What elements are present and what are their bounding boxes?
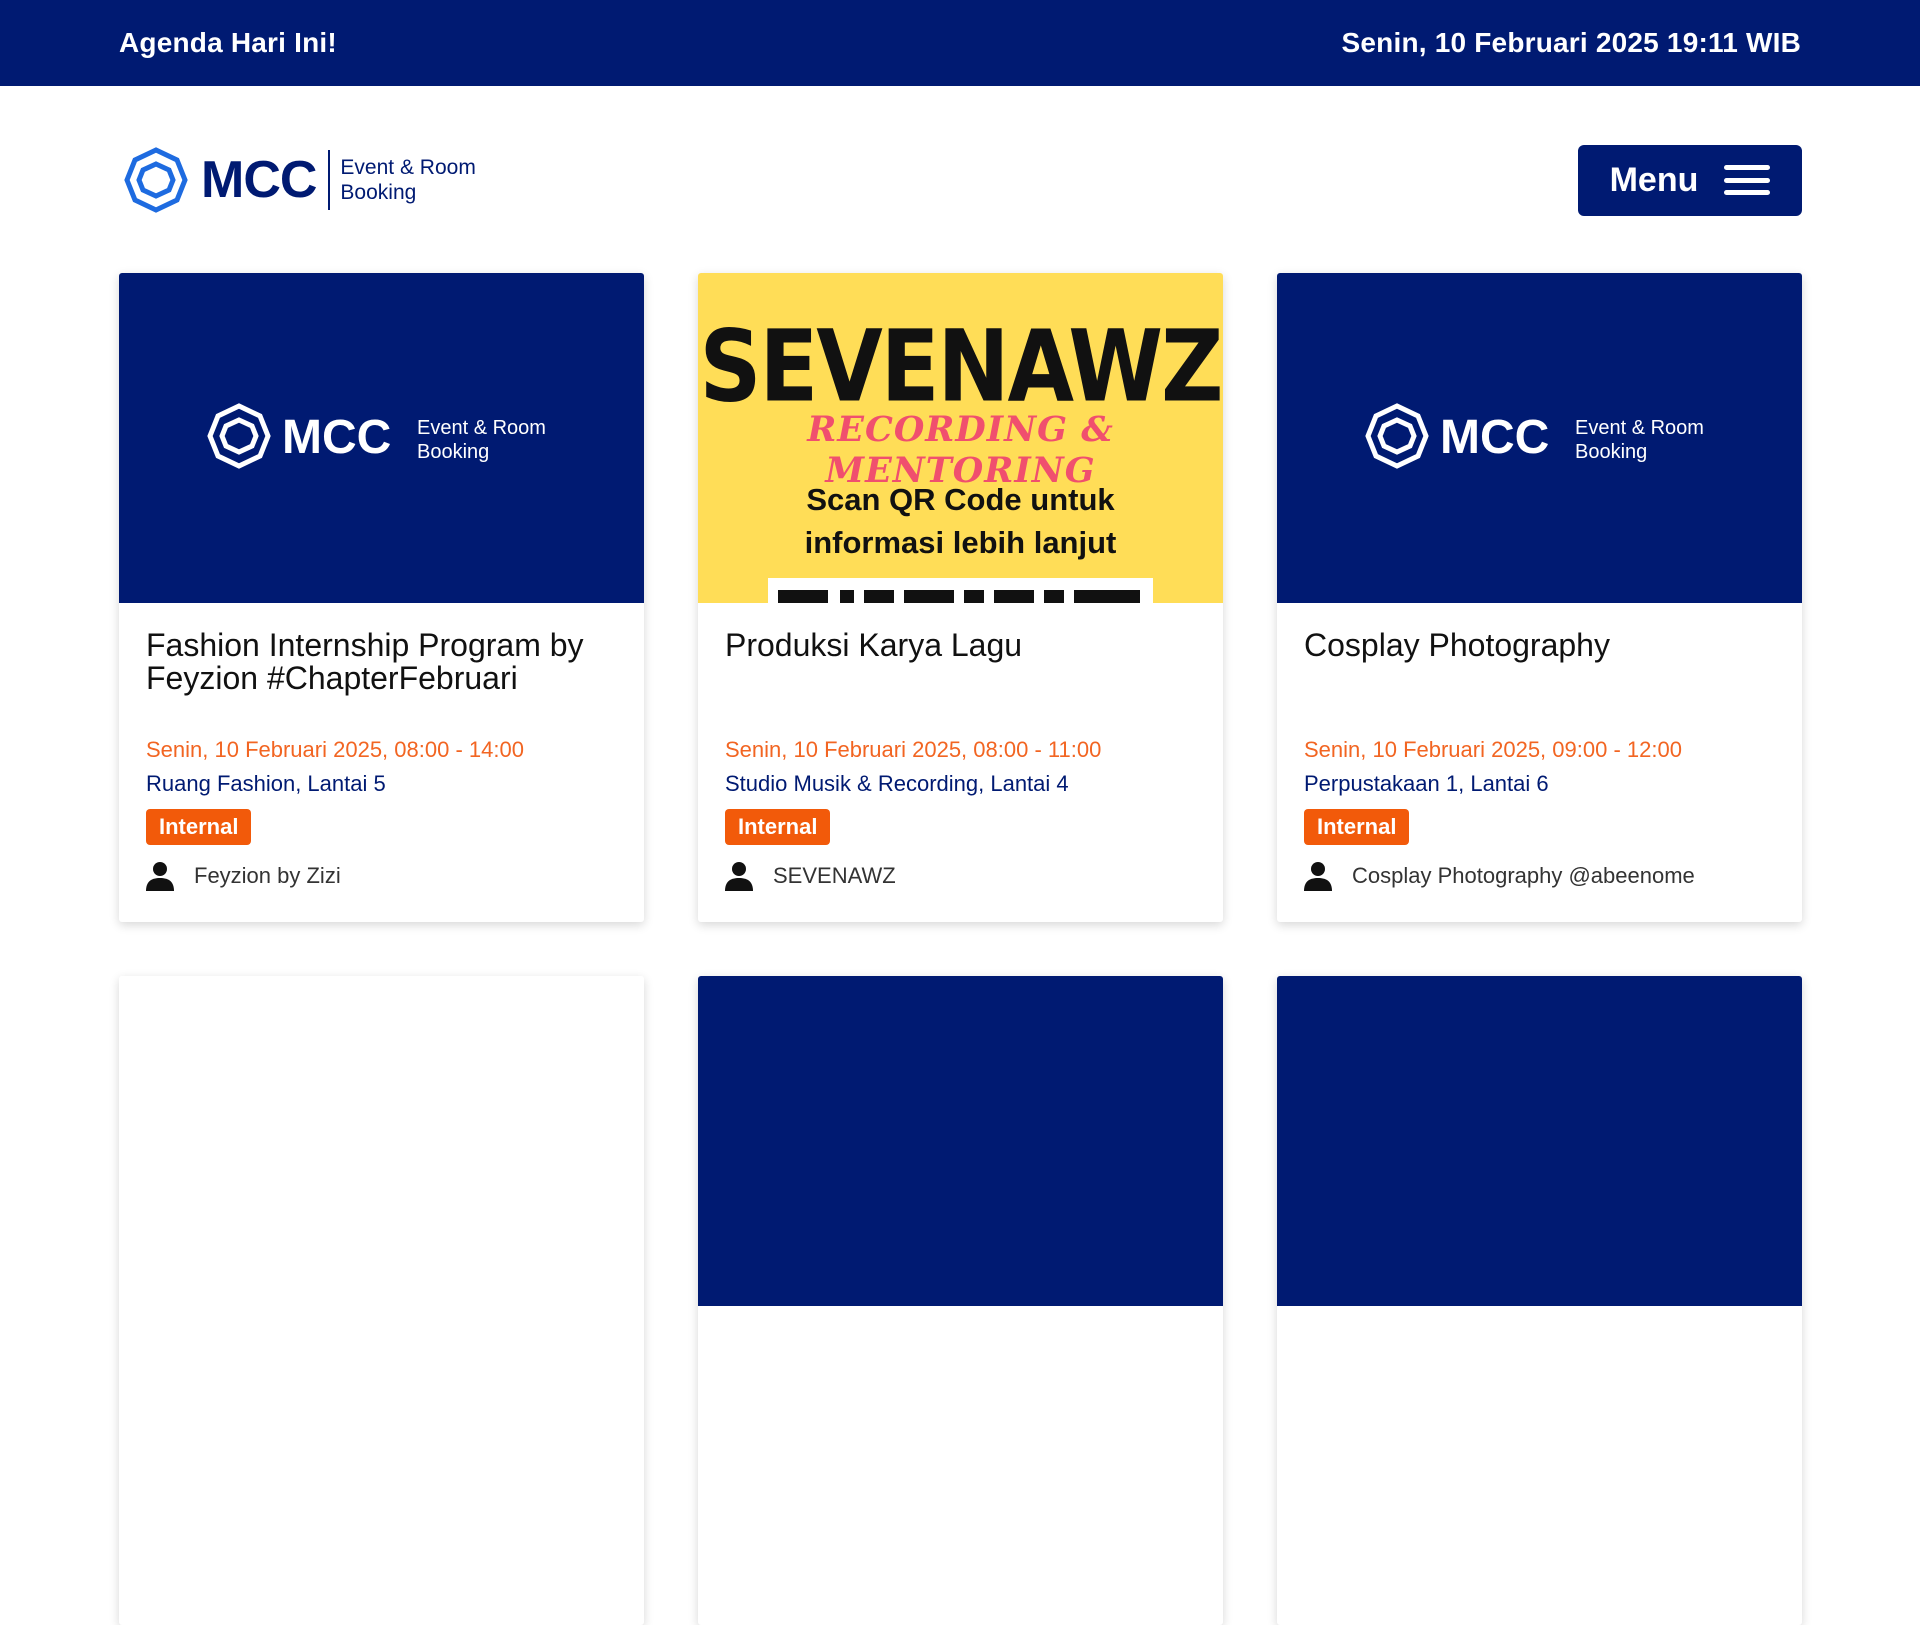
event-type-badge: Internal bbox=[725, 809, 831, 845]
organizer-name: Cosplay Photography @abeenome bbox=[1352, 863, 1695, 888]
event-image: MCC Event & Room Booking bbox=[1277, 273, 1802, 603]
event-image: SEVENAWZ RECORDING & MENTORING Scan QR C… bbox=[698, 273, 1223, 603]
menu-label: Menu bbox=[1609, 160, 1699, 199]
qr-code bbox=[768, 578, 1153, 603]
event-image bbox=[119, 976, 644, 1306]
event-title[interactable]: Produksi Karya Lagu bbox=[725, 629, 1196, 737]
brand-subtitle: Event & Room Booking bbox=[340, 155, 475, 205]
event-card[interactable] bbox=[119, 976, 644, 1625]
event-title[interactable]: Fashion Internship Program by Feyzion #C… bbox=[146, 629, 617, 737]
logo-divider bbox=[328, 150, 331, 210]
event-card[interactable] bbox=[1277, 976, 1802, 1625]
current-datetime: Senin, 10 Februari 2025 19:11 WIB bbox=[1341, 27, 1801, 58]
hamburger-icon bbox=[1724, 165, 1771, 195]
mcc-logo-icon: MCC Event & Room Booking bbox=[206, 403, 546, 469]
event-card[interactable] bbox=[698, 976, 1223, 1625]
event-organizer: Feyzion by Zizi bbox=[146, 861, 617, 891]
svg-text:Booking: Booking bbox=[1575, 441, 1647, 463]
event-location: Studio Musik & Recording, Lantai 4 bbox=[725, 771, 1069, 796]
event-datetime: Senin, 10 Februari 2025, 08:00 - 11:00 bbox=[725, 737, 1102, 762]
poster-headline: SEVENAWZ bbox=[699, 309, 1223, 425]
announcement-bar: Agenda Hari Ini! Senin, 10 Februari 2025… bbox=[0, 0, 1920, 86]
event-type-badge: Internal bbox=[1304, 809, 1410, 845]
poster-scan-line2: informasi lebih lanjut bbox=[804, 525, 1117, 560]
user-icon bbox=[146, 862, 174, 891]
event-card[interactable]: SEVENAWZ RECORDING & MENTORING Scan QR C… bbox=[698, 273, 1223, 922]
menu-button[interactable]: Menu bbox=[1578, 144, 1802, 216]
event-card[interactable]: MCC Event & Room Booking Fashion Interns… bbox=[119, 273, 644, 922]
event-type-badge: Internal bbox=[146, 809, 252, 845]
organizer-name: SEVENAWZ bbox=[773, 863, 896, 888]
event-image bbox=[698, 976, 1223, 1306]
user-icon bbox=[1304, 862, 1332, 891]
poster-scan-text: Scan QR Code untuk informasi lebih lanju… bbox=[698, 478, 1223, 564]
event-datetime: Senin, 10 Februari 2025, 09:00 - 12:00 bbox=[1304, 737, 1682, 762]
event-location: Perpustakaan 1, Lantai 6 bbox=[1304, 771, 1549, 796]
brand-name: MCC bbox=[201, 151, 317, 209]
agenda-title: Agenda Hari Ini! bbox=[119, 27, 337, 58]
event-datetime: Senin, 10 Februari 2025, 08:00 - 14:00 bbox=[146, 737, 524, 762]
svg-text:Event & Room: Event & Room bbox=[417, 417, 546, 439]
event-title[interactable]: Cosplay Photography bbox=[1304, 629, 1775, 737]
brand-subtitle-line1: Event & Room bbox=[340, 156, 476, 179]
user-icon bbox=[725, 862, 753, 891]
event-image: MCC Event & Room Booking bbox=[119, 273, 644, 603]
mcc-logo-icon: MCC Event & Room Booking bbox=[1364, 403, 1704, 469]
mcc-emblem-icon bbox=[124, 147, 188, 213]
brand-subtitle-line2: Booking bbox=[340, 181, 417, 204]
svg-text:MCC: MCC bbox=[1440, 411, 1549, 464]
poster-scan-line1: Scan QR Code untuk bbox=[806, 482, 1115, 517]
organizer-name: Feyzion by Zizi bbox=[194, 863, 341, 888]
brand-logo[interactable]: MCC Event & Room Booking bbox=[119, 144, 476, 216]
svg-text:Event & Room: Event & Room bbox=[1575, 417, 1704, 439]
event-organizer: Cosplay Photography @abeenome bbox=[1304, 861, 1775, 891]
event-image bbox=[1277, 976, 1802, 1306]
site-header: MCC Event & Room Booking Menu bbox=[119, 144, 1802, 216]
event-organizer: SEVENAWZ bbox=[725, 861, 1196, 891]
svg-text:Booking: Booking bbox=[417, 441, 489, 463]
event-location: Ruang Fashion, Lantai 5 bbox=[146, 771, 386, 796]
event-card[interactable]: MCC Event & Room Booking Cosplay Photogr… bbox=[1277, 273, 1802, 922]
svg-text:MCC: MCC bbox=[282, 411, 391, 464]
